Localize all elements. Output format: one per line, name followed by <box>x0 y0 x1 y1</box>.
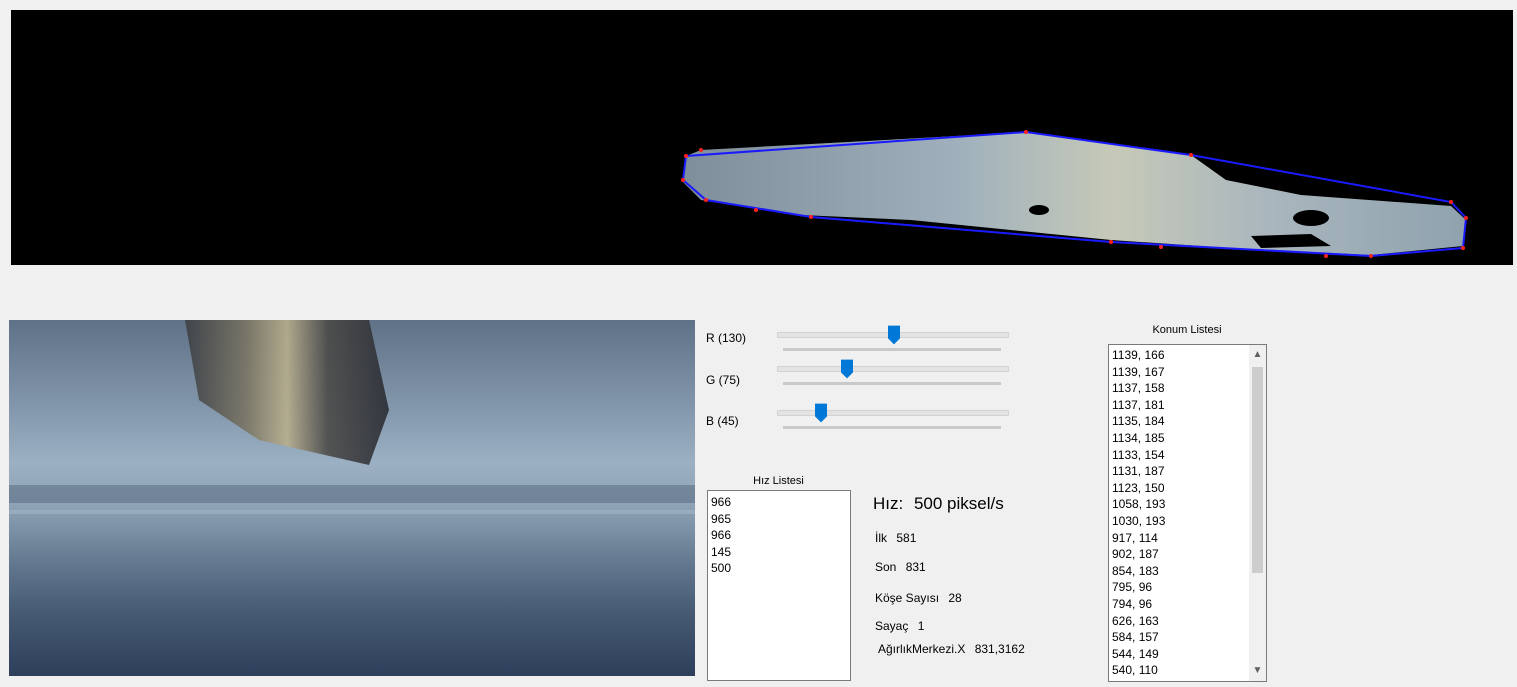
counter-readout: Sayaç 1 <box>875 619 930 633</box>
b-trackbar[interactable] <box>777 402 1009 430</box>
list-item[interactable]: 1058, 193 <box>1109 496 1247 513</box>
first-value: 581 <box>896 531 917 545</box>
last-label: Son <box>875 560 897 574</box>
list-item[interactable]: 1131, 187 <box>1109 463 1247 480</box>
list-item[interactable]: 544, 149 <box>1109 646 1247 663</box>
list-item[interactable]: 966 <box>708 527 850 544</box>
list-item[interactable]: 966 <box>708 494 850 511</box>
list-item[interactable]: 902, 187 <box>1109 546 1247 563</box>
list-item[interactable]: 1030, 193 <box>1109 513 1247 530</box>
list-item[interactable]: 917, 114 <box>1109 530 1247 547</box>
list-item[interactable]: 1123, 150 <box>1109 480 1247 497</box>
counter-value: 1 <box>917 619 925 633</box>
first-readout: İlk 581 <box>875 531 922 545</box>
b-trackbar-label: B (45) <box>706 414 739 428</box>
scroll-down-icon[interactable]: ▼ <box>1249 663 1266 679</box>
list-item[interactable]: 795, 96 <box>1109 579 1247 596</box>
speed-readout: Hız: 500 piksel/s <box>873 494 1010 514</box>
list-item[interactable]: 1133, 154 <box>1109 447 1247 464</box>
position-list-items: 1139, 166 1139, 167 1137, 158 1137, 181 1135… <box>1109 345 1247 679</box>
list-item[interactable]: 854, 183 <box>1109 563 1247 580</box>
tool-object <box>185 320 389 465</box>
list-item[interactable]: 1134, 185 <box>1109 430 1247 447</box>
scroll-up-icon[interactable]: ▲ <box>1249 347 1266 363</box>
position-list[interactable]: 1139, 166 1139, 167 1137, 158 1137, 181 1135… <box>1108 344 1267 682</box>
g-trackbar-thumb[interactable] <box>841 358 853 380</box>
b-trackbar-thumb[interactable] <box>815 402 827 424</box>
centroid-value: 831,3162 <box>974 642 1025 656</box>
position-list-title: Konum Listesi <box>1152 324 1222 336</box>
r-trackbar-label: R (130) <box>706 331 747 345</box>
list-item[interactable]: 1135, 184 <box>1109 413 1247 430</box>
list-item[interactable]: 626, 163 <box>1109 613 1247 630</box>
camera-image <box>9 320 695 676</box>
speed-list[interactable]: 966 965 966 145 500 <box>707 490 851 681</box>
speed-list-title: Hız Listesi <box>753 475 804 487</box>
list-item[interactable]: 584, 157 <box>1109 629 1247 646</box>
centroid-readout: AğırlıkMerkezi.X 831,3162 <box>878 642 1031 656</box>
list-item[interactable]: 145 <box>708 544 850 561</box>
r-trackbar[interactable] <box>777 324 1009 352</box>
list-item[interactable]: 500 <box>708 560 850 577</box>
scroll-thumb[interactable] <box>1252 367 1263 573</box>
list-item[interactable]: 540, 110 <box>1109 662 1247 679</box>
list-item[interactable]: 1139, 166 <box>1109 347 1247 364</box>
list-item[interactable]: 1137, 181 <box>1109 397 1247 414</box>
last-value: 831 <box>905 560 926 574</box>
first-label: İlk <box>875 531 887 545</box>
r-trackbar-thumb[interactable] <box>888 324 900 346</box>
corners-readout: Köşe Sayısı 28 <box>875 591 968 605</box>
position-list-scrollbar[interactable]: ▲ ▼ <box>1249 345 1266 681</box>
counter-label: Sayaç <box>875 619 909 633</box>
g-trackbar-label: G (75) <box>706 373 741 387</box>
list-item[interactable]: 794, 96 <box>1109 596 1247 613</box>
speed-value: 500 piksel/s <box>913 494 1004 513</box>
corners-value: 28 <box>948 591 962 605</box>
list-item[interactable]: 1137, 158 <box>1109 380 1247 397</box>
last-readout: Son 831 <box>875 560 932 574</box>
g-trackbar[interactable] <box>777 358 1009 386</box>
object-blob <box>683 132 1466 255</box>
centroid-label: AğırlıkMerkezi.X <box>878 642 966 656</box>
list-item[interactable]: 965 <box>708 511 850 528</box>
corners-label: Köşe Sayısı <box>875 591 940 605</box>
speed-label: Hız: <box>873 494 904 513</box>
list-item[interactable]: 1139, 167 <box>1109 364 1247 381</box>
processed-image <box>11 10 1513 265</box>
